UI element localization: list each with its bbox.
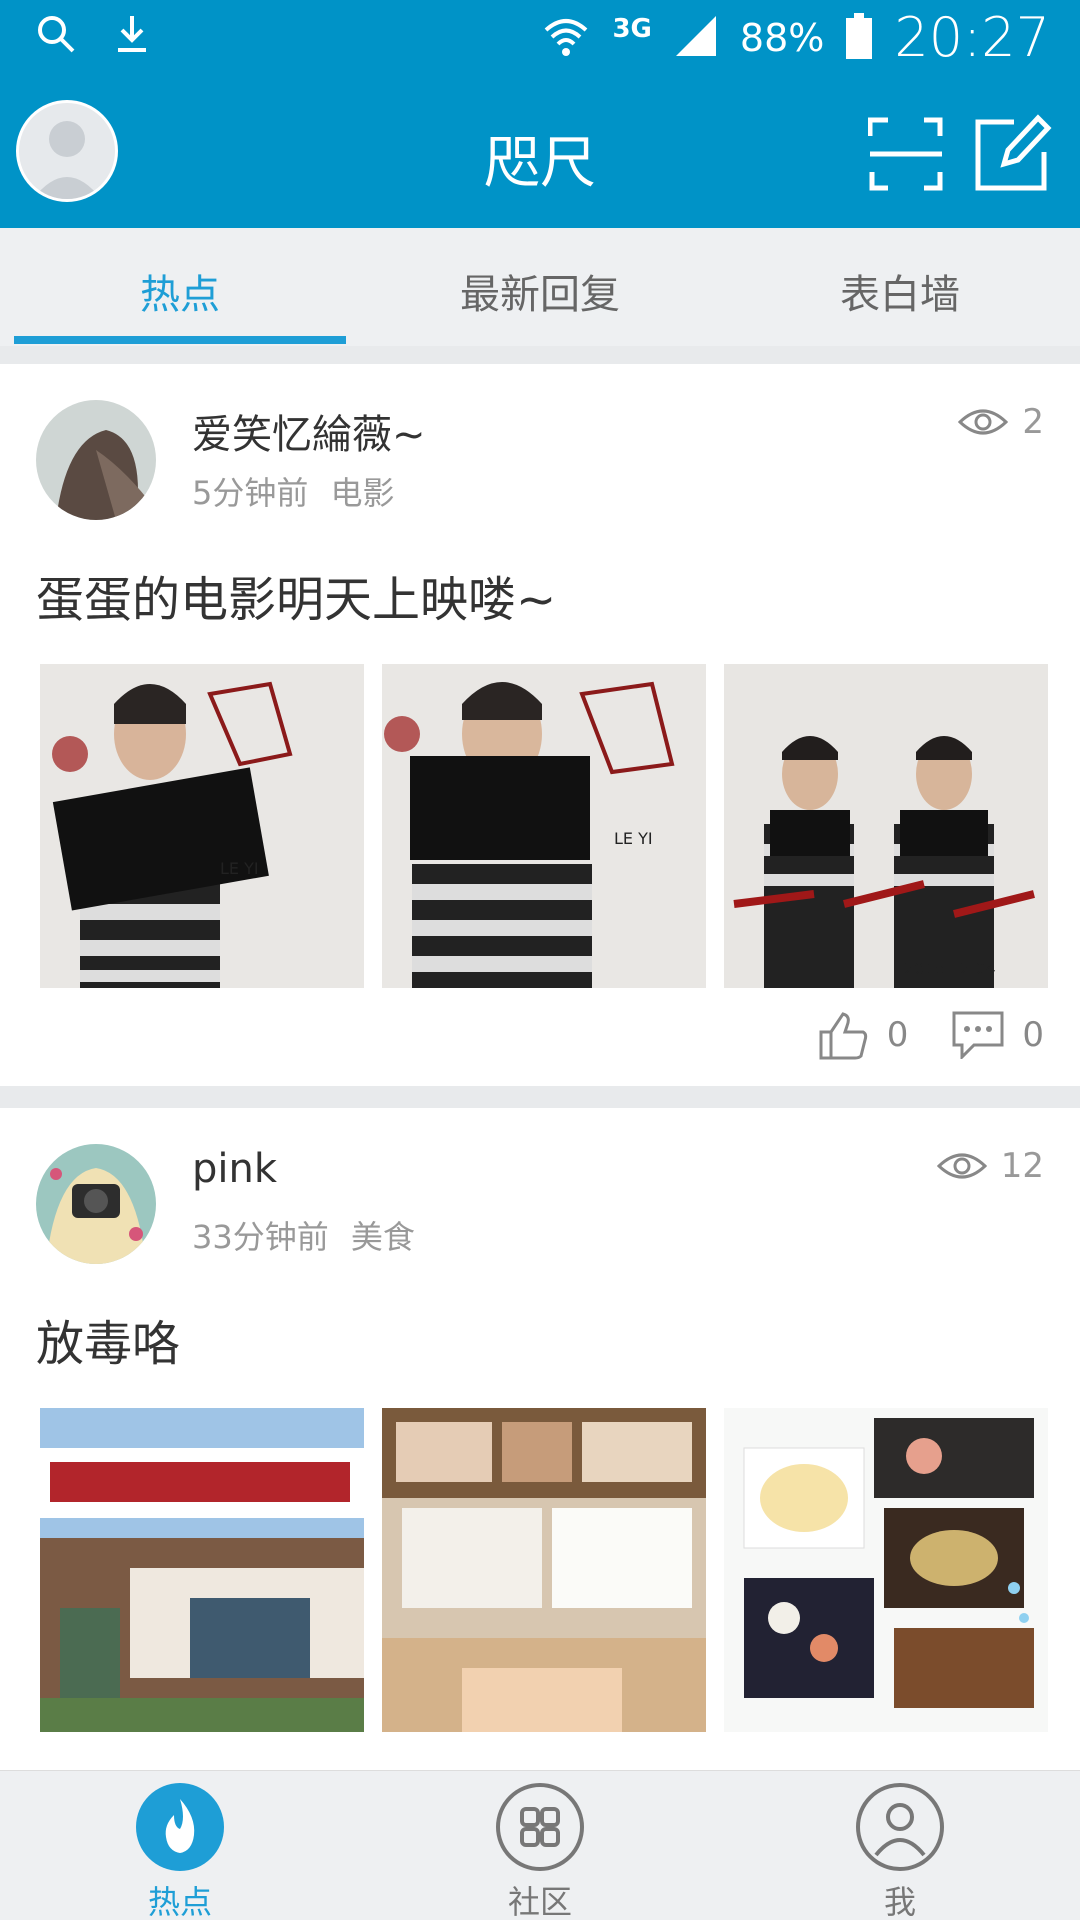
clock: 20:27 xyxy=(894,6,1050,69)
post-time: 5分钟前 xyxy=(192,474,309,512)
nav-community[interactable]: 社区 xyxy=(440,1781,640,1920)
post-category[interactable]: 电影 xyxy=(331,474,395,512)
eye-icon xyxy=(936,1153,987,1179)
battery-icon xyxy=(846,12,873,63)
search-icon xyxy=(36,14,76,58)
wifi-icon xyxy=(542,12,590,64)
post-meta: 5分钟前 电影 xyxy=(192,468,395,514)
battery-percent: 88% xyxy=(739,15,825,60)
post-image[interactable]: LE YI xyxy=(40,664,364,988)
edit-icon xyxy=(975,114,1052,191)
post-meta: 33分钟前 美食 xyxy=(192,1212,415,1258)
post-image[interactable] xyxy=(40,1408,364,1732)
tab-indicator xyxy=(14,336,346,344)
bottom-nav: 热点 社区 我 xyxy=(0,1770,1080,1920)
post-card[interactable]: pink 33分钟前 美食 12 放毒咯 xyxy=(0,1108,1080,1770)
post-content: 放毒咯 xyxy=(36,1316,181,1372)
scan-icon xyxy=(867,117,943,191)
download-icon xyxy=(112,14,152,58)
tab-bar: 热点 最新回复 表白墙 xyxy=(0,228,1080,346)
compose-button[interactable] xyxy=(974,112,1052,192)
post-image[interactable]: 2015.12.04 xyxy=(724,664,1048,988)
tab-latest-reply[interactable]: 最新回复 xyxy=(360,262,720,320)
comment-button[interactable]: 0 xyxy=(952,1011,1044,1059)
comment-icon xyxy=(952,1011,1004,1059)
like-count: 0 xyxy=(886,1015,909,1055)
post-category[interactable]: 美食 xyxy=(351,1218,415,1256)
user-avatar[interactable] xyxy=(36,1144,156,1264)
user-avatar[interactable] xyxy=(36,400,156,520)
post-author[interactable]: pink xyxy=(192,1146,277,1192)
post-images: LE YI LE YI 2015.12.04 xyxy=(40,664,1048,988)
status-bar: 3G 88% 20:27 xyxy=(0,0,1080,76)
tab-hot[interactable]: 热点 xyxy=(0,262,360,320)
nav-me-label: 我 xyxy=(883,1883,916,1920)
tab-confession-wall[interactable]: 表白墙 xyxy=(720,262,1080,320)
post-images xyxy=(40,1408,1048,1732)
comment-count: 0 xyxy=(1022,1015,1044,1055)
network-type: 3G xyxy=(612,13,652,44)
nav-community-label: 社区 xyxy=(507,1883,572,1920)
signal-icon xyxy=(674,14,718,62)
nav-hot[interactable]: 热点 xyxy=(80,1781,280,1920)
post-card[interactable]: 爱笑忆綸薇~ 5分钟前 电影 2 蛋蛋的电影明天上映喽~ LE YI LE YI… xyxy=(0,364,1080,1086)
post-content: 蛋蛋的电影明天上映喽~ xyxy=(36,572,557,628)
app-bar: 咫尺 xyxy=(0,76,1080,228)
post-image[interactable] xyxy=(382,1408,706,1732)
svg-text:LE YI: LE YI xyxy=(220,859,259,878)
post-time: 33分钟前 xyxy=(192,1218,329,1256)
scan-button[interactable] xyxy=(867,116,944,192)
post-actions: 0 0 xyxy=(817,1010,1044,1060)
thumbs-up-icon xyxy=(819,1012,867,1060)
flame-icon xyxy=(134,1781,226,1873)
svg-text:LE YI: LE YI xyxy=(614,829,653,848)
nav-hot-label: 热点 xyxy=(147,1883,212,1920)
post-image[interactable]: LE YI xyxy=(382,664,706,988)
post-author[interactable]: 爱笑忆綸薇~ xyxy=(192,402,426,460)
like-button[interactable]: 0 xyxy=(817,1010,909,1060)
svg-text:2015.12.04: 2015.12.04 xyxy=(904,959,996,978)
post-image[interactable] xyxy=(724,1408,1048,1732)
eye-icon xyxy=(958,409,1009,435)
view-count-value: 12 xyxy=(1000,1146,1044,1186)
view-count-value: 2 xyxy=(1022,402,1044,442)
view-count: 2 xyxy=(958,402,1044,442)
nav-me[interactable]: 我 xyxy=(800,1781,1000,1920)
grid-icon xyxy=(494,1781,586,1873)
view-count: 12 xyxy=(936,1146,1044,1186)
user-icon xyxy=(854,1781,946,1873)
